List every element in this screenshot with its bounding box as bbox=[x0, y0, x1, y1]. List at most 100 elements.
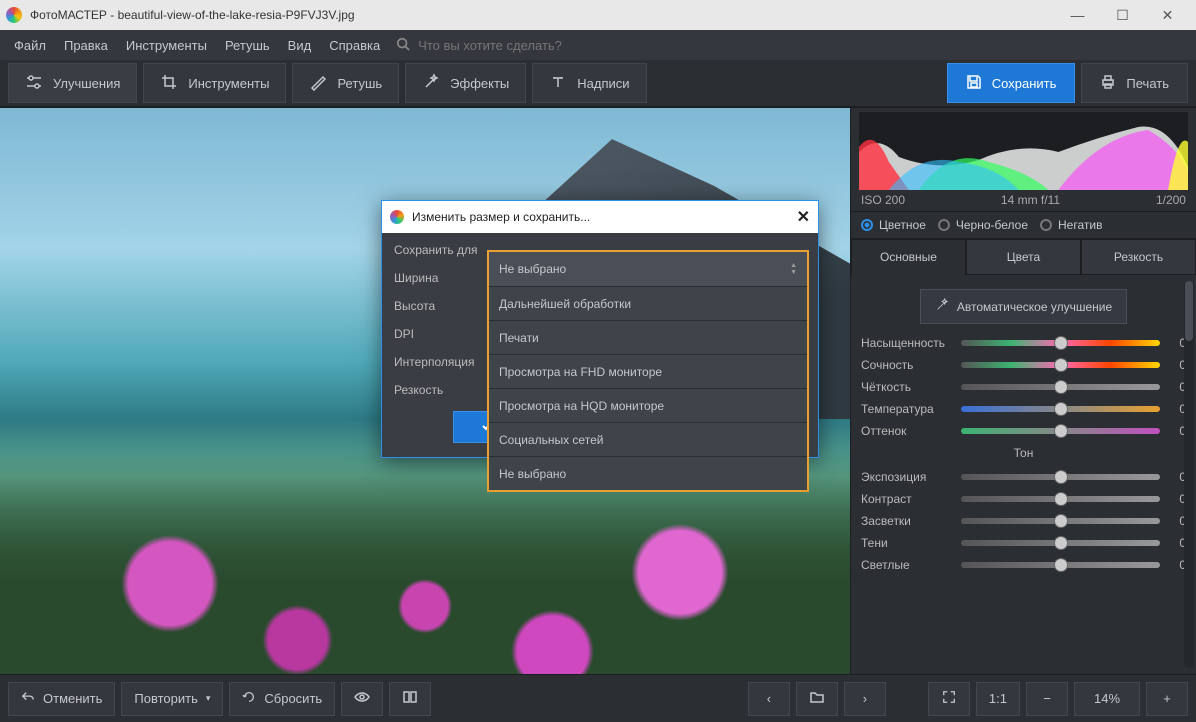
bottom-bar: Отменить Повторить ▾ Сбросить ‹ › 1:1 − … bbox=[0, 674, 1196, 722]
dropdown-selected[interactable]: Не выбрано ▲▼ bbox=[489, 252, 807, 286]
slider-shadows[interactable]: Тени0 bbox=[861, 536, 1186, 550]
side-panel: ISO 200 14 mm f/11 1/200 Цветное Черно-б… bbox=[850, 108, 1196, 674]
menu-edit[interactable]: Правка bbox=[56, 34, 116, 57]
save-icon bbox=[966, 74, 982, 93]
print-button[interactable]: Печать bbox=[1081, 63, 1188, 103]
radio-neg-label: Негатив bbox=[1058, 218, 1102, 232]
tone-heading: Тон bbox=[861, 446, 1186, 460]
print-icon bbox=[1100, 74, 1116, 93]
save-label: Сохранить bbox=[992, 76, 1057, 91]
dropdown-option[interactable]: Печати bbox=[489, 320, 807, 354]
titlebar: ФотоМАСТЕР - beautiful-view-of-the-lake-… bbox=[0, 0, 1196, 30]
dropdown-option[interactable]: Просмотра на HQD мониторе bbox=[489, 388, 807, 422]
app-icon bbox=[390, 210, 404, 224]
tab-captions[interactable]: Надписи bbox=[532, 63, 646, 103]
dialog-title: Изменить размер и сохранить... bbox=[412, 210, 590, 224]
tool-tabs: Улучшения Инструменты Ретушь Эффекты Над… bbox=[0, 60, 1196, 108]
wand-icon bbox=[422, 73, 440, 94]
auto-enhance-button[interactable]: Автоматическое улучшение bbox=[920, 289, 1127, 324]
redo-button[interactable]: Повторить ▾ bbox=[121, 682, 223, 716]
slider-tint[interactable]: Оттенок0 bbox=[861, 424, 1186, 438]
text-icon bbox=[549, 73, 567, 94]
app-icon bbox=[6, 7, 22, 23]
menu-help[interactable]: Справка bbox=[321, 34, 388, 57]
tab-enhance-label: Улучшения bbox=[53, 76, 120, 91]
compare-icon bbox=[402, 689, 418, 708]
slider-lights[interactable]: Светлые0 bbox=[861, 558, 1186, 572]
redo-label: Повторить bbox=[134, 691, 197, 706]
adjust-tab-colors[interactable]: Цвета bbox=[966, 239, 1081, 275]
ratio-button[interactable]: 1:1 bbox=[976, 682, 1020, 716]
tab-retouch-label: Ретушь bbox=[337, 76, 382, 91]
save-button[interactable]: Сохранить bbox=[947, 63, 1076, 103]
tab-tools-label: Инструменты bbox=[188, 76, 269, 91]
dropdown-option[interactable]: Не выбрано bbox=[489, 456, 807, 490]
dialog-close-button[interactable]: ✕ bbox=[797, 207, 810, 227]
search-input[interactable] bbox=[418, 38, 618, 53]
sliders-scrollbar[interactable] bbox=[1184, 281, 1194, 668]
tab-enhance[interactable]: Улучшения bbox=[8, 63, 137, 103]
chevron-left-icon: ‹ bbox=[767, 691, 771, 706]
menu-view[interactable]: Вид bbox=[280, 34, 320, 57]
dialog-titlebar[interactable]: Изменить размер и сохранить... ✕ bbox=[382, 201, 818, 233]
fit-icon bbox=[942, 690, 956, 707]
plus-icon: + bbox=[1163, 691, 1171, 706]
slider-vibrance[interactable]: Сочность0 bbox=[861, 358, 1186, 372]
maximize-button[interactable]: ☐ bbox=[1100, 0, 1145, 30]
radio-color-label: Цветное bbox=[879, 218, 926, 232]
resize-dialog: Изменить размер и сохранить... ✕ Сохрани… bbox=[381, 200, 819, 458]
dropdown-option[interactable]: Просмотра на FHD мониторе bbox=[489, 354, 807, 388]
radio-neg[interactable]: Негатив bbox=[1040, 218, 1102, 232]
slider-contrast[interactable]: Контраст0 bbox=[861, 492, 1186, 506]
radio-bw[interactable]: Черно-белое bbox=[938, 218, 1028, 232]
zoom-out-button[interactable]: − bbox=[1026, 682, 1068, 716]
zoom-in-button[interactable]: + bbox=[1146, 682, 1188, 716]
sliders-icon bbox=[25, 73, 43, 94]
save-for-dropdown: Не выбрано ▲▼ Дальнейшей обработки Печат… bbox=[487, 250, 809, 492]
menu-retouch[interactable]: Ретушь bbox=[217, 34, 278, 57]
dropdown-option[interactable]: Социальных сетей bbox=[489, 422, 807, 456]
next-button[interactable]: › bbox=[844, 682, 886, 716]
folder-icon bbox=[809, 689, 825, 708]
window-title: ФотоМАСТЕР - beautiful-view-of-the-lake-… bbox=[30, 8, 1055, 22]
slider-clarity[interactable]: Чёткость0 bbox=[861, 380, 1186, 394]
wand-icon bbox=[935, 298, 949, 315]
slider-saturation[interactable]: Насыщенность0 bbox=[861, 336, 1186, 350]
search-icon bbox=[396, 37, 410, 54]
tab-effects[interactable]: Эффекты bbox=[405, 63, 526, 103]
meta-iso: ISO 200 bbox=[861, 193, 905, 207]
adjust-tab-sharp[interactable]: Резкость bbox=[1081, 239, 1196, 275]
adjust-tab-basic[interactable]: Основные bbox=[851, 239, 966, 275]
compare-button[interactable] bbox=[389, 682, 431, 716]
menu-tools[interactable]: Инструменты bbox=[118, 34, 215, 57]
ratio-label: 1:1 bbox=[989, 691, 1007, 706]
folder-button[interactable] bbox=[796, 682, 838, 716]
zoom-value[interactable]: 14% bbox=[1074, 682, 1140, 716]
reset-button[interactable]: Сбросить bbox=[229, 682, 335, 716]
minimize-button[interactable]: — bbox=[1055, 0, 1100, 30]
label-save-for: Сохранить для bbox=[394, 243, 488, 257]
dropdown-selected-label: Не выбрано bbox=[499, 262, 566, 276]
prev-button[interactable]: ‹ bbox=[748, 682, 790, 716]
undo-button[interactable]: Отменить bbox=[8, 682, 115, 716]
brush-icon bbox=[309, 73, 327, 94]
tab-tools[interactable]: Инструменты bbox=[143, 63, 286, 103]
eye-button[interactable] bbox=[341, 682, 383, 716]
eye-icon bbox=[354, 689, 370, 708]
tab-retouch[interactable]: Ретушь bbox=[292, 63, 399, 103]
tab-effects-label: Эффекты bbox=[450, 76, 509, 91]
menu-file[interactable]: Файл bbox=[6, 34, 54, 57]
histogram bbox=[859, 112, 1188, 190]
radio-color[interactable]: Цветное bbox=[861, 218, 926, 232]
crop-icon bbox=[160, 73, 178, 94]
fit-button[interactable] bbox=[928, 682, 970, 716]
tab-captions-label: Надписи bbox=[577, 76, 629, 91]
dropdown-option[interactable]: Дальнейшей обработки bbox=[489, 286, 807, 320]
close-button[interactable]: ✕ bbox=[1145, 0, 1190, 30]
slider-temp[interactable]: Температура0 bbox=[861, 402, 1186, 416]
meta-row: ISO 200 14 mm f/11 1/200 bbox=[851, 192, 1196, 211]
slider-exposure[interactable]: Экспозиция0 bbox=[861, 470, 1186, 484]
updown-icon: ▲▼ bbox=[790, 262, 797, 276]
slider-highlights[interactable]: Засветки0 bbox=[861, 514, 1186, 528]
undo-icon bbox=[21, 690, 35, 707]
